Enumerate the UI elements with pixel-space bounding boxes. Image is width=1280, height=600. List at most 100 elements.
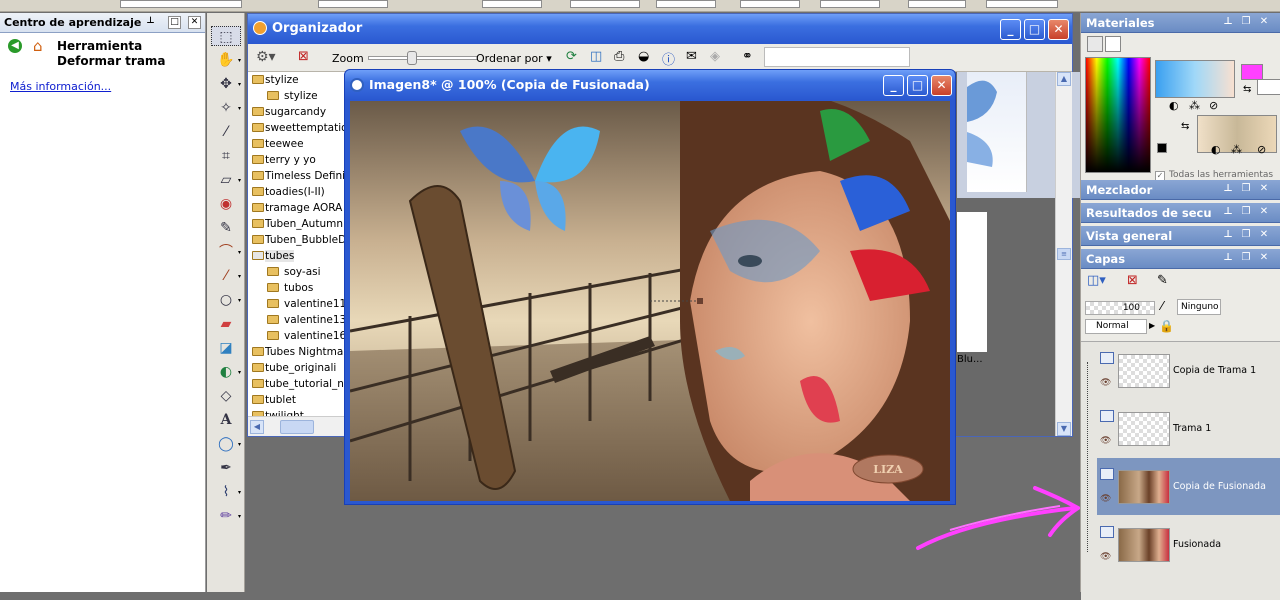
bg-texture-icon[interactable]: ⁂ bbox=[1231, 143, 1242, 156]
text-tool-icon[interactable]: A bbox=[211, 410, 241, 430]
toolbar-field-6[interactable] bbox=[740, 0, 800, 8]
picture-tube-icon[interactable]: ◐ ▾ bbox=[211, 362, 241, 382]
warp-brush-icon[interactable]: ⌇ ▾ bbox=[211, 482, 241, 502]
opacity-field[interactable]: 100 bbox=[1085, 301, 1155, 315]
folder-item[interactable]: stylize bbox=[248, 88, 353, 104]
overview-dock-icon[interactable]: ❐ bbox=[1240, 229, 1252, 242]
folder-item[interactable]: stylize bbox=[248, 72, 353, 88]
thumbnail-vertical-scrollbar[interactable]: ▲ ≡ ▼ bbox=[1055, 72, 1072, 436]
materials-pin-icon[interactable]: ⊥ bbox=[1222, 16, 1234, 29]
red-eye-icon[interactable]: ◉ bbox=[211, 194, 241, 214]
folder-item[interactable]: valentine13 bbox=[248, 312, 353, 328]
mask-field[interactable]: Ninguno bbox=[1177, 299, 1221, 315]
close-button[interactable]: ✕ bbox=[1048, 19, 1069, 40]
fg-style-icon[interactable]: ◐ bbox=[1169, 99, 1179, 112]
eraser-icon[interactable]: ▰ bbox=[211, 314, 241, 334]
swatch-tab-icon[interactable] bbox=[1105, 36, 1121, 52]
mail-icon[interactable]: ✉ bbox=[686, 49, 697, 64]
foreground-solid-swatch[interactable] bbox=[1241, 64, 1263, 80]
info-icon[interactable]: ⓘ bbox=[662, 49, 675, 68]
eraser-alt-icon[interactable]: ◇ bbox=[211, 386, 241, 406]
toolbar-field-2[interactable] bbox=[318, 0, 388, 8]
maximize-button[interactable]: □ bbox=[1024, 19, 1045, 40]
folder-item[interactable]: terry y yo bbox=[248, 152, 353, 168]
lock-icon[interactable]: 🔒 bbox=[1159, 319, 1174, 333]
layer-row[interactable]: 👁 Trama 1 bbox=[1097, 400, 1280, 457]
folder-item[interactable]: sugarcandy bbox=[248, 104, 353, 120]
image-minimize-button[interactable]: _ bbox=[883, 75, 904, 96]
organizer-search-input[interactable] bbox=[764, 47, 910, 67]
folder-item[interactable]: Tuben_BubbleDr bbox=[248, 232, 353, 248]
folder-item[interactable]: tramage AORA bbox=[248, 200, 353, 216]
thumb-scroll-thumb[interactable]: ≡ bbox=[1057, 248, 1071, 260]
dock-icon[interactable]: □ bbox=[168, 16, 181, 29]
folder-item[interactable]: valentine16 bbox=[248, 328, 353, 344]
layers-pin-icon[interactable]: ⊥ bbox=[1222, 252, 1234, 265]
clone-brush-icon[interactable]: ✎ bbox=[211, 218, 241, 238]
zoom-slider-thumb[interactable] bbox=[407, 51, 417, 65]
mixer-dock-icon[interactable]: ❐ bbox=[1240, 183, 1252, 196]
protect-icon[interactable]: ◈ bbox=[710, 49, 720, 64]
folder-item[interactable]: soy-asi bbox=[248, 264, 353, 280]
swap-colors-icon[interactable]: ⇆ bbox=[1243, 84, 1251, 95]
toolbar-field-5[interactable] bbox=[656, 0, 716, 8]
thumb-scroll-down-arrow[interactable]: ▼ bbox=[1057, 422, 1071, 436]
folder-item[interactable]: tubes bbox=[248, 248, 353, 264]
folder-item[interactable]: tubos bbox=[248, 280, 353, 296]
mixer-titlebar[interactable]: Mezclador ⊥ ❐ ✕ bbox=[1081, 180, 1280, 200]
brush-icon[interactable]: ⁄ ▾ bbox=[211, 266, 241, 286]
toolbar-field-1[interactable] bbox=[120, 0, 242, 8]
blend-mode-dropdown[interactable]: Normal bbox=[1085, 319, 1147, 334]
materials-dock-icon[interactable]: ❐ bbox=[1240, 16, 1252, 29]
thumb-scroll-up-arrow[interactable]: ▲ bbox=[1057, 72, 1071, 86]
refresh-icon[interactable]: ⟳ bbox=[566, 49, 577, 64]
fg-transparent-icon[interactable]: ⊘ bbox=[1209, 99, 1218, 112]
background-solid-swatch[interactable] bbox=[1257, 79, 1280, 95]
bg-transparent-icon[interactable]: ⊘ bbox=[1257, 143, 1266, 156]
folder-item[interactable]: tublet bbox=[248, 392, 353, 408]
image-close-button[interactable]: ✕ bbox=[931, 75, 952, 96]
paint-brush-icon[interactable]: ⌒ ▾ bbox=[211, 242, 241, 262]
sequence-dock-icon[interactable]: ❐ bbox=[1240, 206, 1252, 219]
shape-icon[interactable]: ◯ ▾ bbox=[211, 434, 241, 454]
layer-row[interactable]: 👁 Copia de Fusionada bbox=[1097, 458, 1280, 515]
layer-row[interactable]: 👁 Copia de Trama 1 bbox=[1097, 342, 1280, 399]
blend-mode-arrow-icon[interactable]: ▶ bbox=[1149, 321, 1155, 330]
bg-style-icon[interactable]: ◐ bbox=[1211, 143, 1221, 156]
selection-tool-icon[interactable]: ⬚ bbox=[211, 26, 241, 46]
visibility-eye-icon[interactable]: 👁 bbox=[1100, 494, 1111, 504]
delete-icon[interactable]: ⊠ bbox=[298, 49, 309, 64]
layers-close-icon[interactable]: ✕ bbox=[1258, 252, 1270, 265]
dropper-icon[interactable]: ⁄ bbox=[211, 122, 241, 142]
folder-item[interactable]: valentine11 bbox=[248, 296, 353, 312]
folder-item[interactable]: Timeless Definition bbox=[248, 168, 353, 184]
crop-icon[interactable]: ⌗ bbox=[211, 146, 241, 166]
mixer-pin-icon[interactable]: ⊥ bbox=[1222, 183, 1234, 196]
settings-icon[interactable]: ⚙▾ bbox=[256, 49, 276, 65]
close-icon[interactable]: ✕ bbox=[188, 16, 201, 29]
minimize-button[interactable]: _ bbox=[1000, 19, 1021, 40]
image-maximize-button[interactable]: □ bbox=[907, 75, 928, 96]
move-tool-icon[interactable]: ✥ ▾ bbox=[211, 74, 241, 94]
folder-item[interactable]: tube_originali bbox=[248, 360, 353, 376]
mask-brush-icon[interactable]: ⁄ bbox=[1161, 299, 1163, 313]
folder-item[interactable]: Tubes Nightmare bbox=[248, 344, 353, 360]
pen-icon[interactable]: ✒ bbox=[211, 458, 241, 478]
visibility-eye-icon[interactable]: 👁 bbox=[1100, 436, 1111, 446]
sequence-titlebar[interactable]: Resultados de secuencia ⊥ ❐ ✕ bbox=[1081, 203, 1280, 223]
thumbnail-white[interactable] bbox=[957, 212, 987, 352]
back-icon[interactable]: ◀ bbox=[8, 39, 22, 53]
palette-tab-icon[interactable] bbox=[1087, 36, 1103, 52]
toolbar-field-8[interactable] bbox=[908, 0, 966, 8]
image-canvas[interactable]: LIZA bbox=[350, 101, 950, 501]
fill-icon[interactable]: ◪ bbox=[211, 338, 241, 358]
folder-item[interactable]: tube_tutorial_na bbox=[248, 376, 353, 392]
sequence-close-icon[interactable]: ✕ bbox=[1258, 206, 1270, 219]
browse-icon[interactable]: ◫ bbox=[590, 49, 602, 64]
print-icon[interactable]: ⎙ bbox=[614, 49, 624, 64]
folder-item[interactable]: twilight bbox=[248, 408, 353, 416]
color-spectrum[interactable] bbox=[1085, 57, 1151, 173]
sequence-pin-icon[interactable]: ⊥ bbox=[1222, 206, 1234, 219]
horizontal-scroll-thumb[interactable] bbox=[280, 420, 314, 434]
mixer-close-icon[interactable]: ✕ bbox=[1258, 183, 1270, 196]
